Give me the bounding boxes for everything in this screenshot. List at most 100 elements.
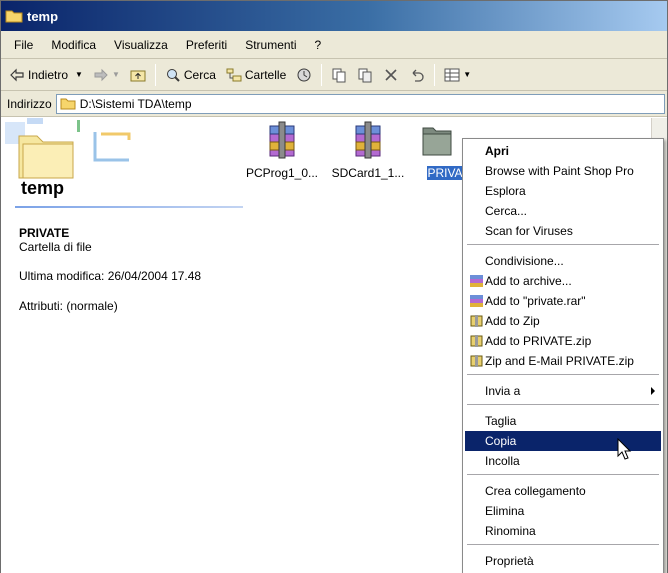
menu-item-label: Add to PRIVATE.zip bbox=[485, 334, 592, 348]
menu-separator bbox=[467, 404, 659, 405]
explorer-window: temp File Modifica Visualizza Preferiti … bbox=[0, 0, 668, 573]
search-icon bbox=[166, 68, 180, 82]
back-button[interactable]: Indietro ▼ bbox=[5, 63, 87, 87]
address-value: D:\Sistemi TDA\temp bbox=[79, 96, 192, 111]
mouse-cursor-icon bbox=[617, 438, 632, 460]
file-label: SDCard1_1... bbox=[331, 166, 405, 180]
menu-item-add-private-zip[interactable]: Add to PRIVATE.zip bbox=[465, 331, 661, 351]
up-folder-icon bbox=[130, 70, 146, 81]
menu-separator bbox=[467, 474, 659, 475]
menu-item-label: Zip and E-Mail PRIVATE.zip bbox=[485, 354, 634, 368]
forward-arrow-icon bbox=[94, 68, 108, 81]
menu-separator bbox=[467, 244, 659, 245]
selected-item-attributes: Attributi: (normale) bbox=[19, 299, 118, 313]
menu-bar: File Modifica Visualizza Preferiti Strum… bbox=[1, 31, 667, 59]
menu-item-label: Add to "private.rar" bbox=[485, 294, 586, 308]
history-button[interactable] bbox=[292, 63, 316, 87]
file-label: PCProg1_0... bbox=[245, 166, 319, 180]
menu-item-open[interactable]: Apri bbox=[465, 141, 661, 161]
winrar-archive-icon bbox=[355, 121, 381, 159]
menu-item-add-zip[interactable]: Add to Zip bbox=[465, 311, 661, 331]
menu-favorites[interactable]: Preferiti bbox=[177, 38, 236, 52]
menu-separator bbox=[467, 544, 659, 545]
views-button[interactable]: ▼ bbox=[440, 63, 475, 87]
address-label: Indirizzo bbox=[7, 96, 52, 111]
selected-item-modified: Ultima modifica: 26/04/2004 17.48 bbox=[19, 269, 202, 283]
menu-file[interactable]: File bbox=[5, 38, 42, 52]
menu-item-label: Add to archive... bbox=[485, 274, 572, 288]
menu-separator bbox=[467, 374, 659, 375]
menu-item-cut[interactable]: Taglia bbox=[465, 411, 661, 431]
folders-button[interactable]: Cartelle bbox=[222, 63, 290, 87]
menu-item-properties[interactable]: Proprietà bbox=[465, 551, 661, 571]
menu-item-browse-psp[interactable]: Browse with Paint Shop Pro bbox=[465, 161, 661, 181]
toolbar-separator bbox=[434, 63, 436, 86]
folders-tree-icon bbox=[226, 68, 242, 81]
search-button[interactable]: Cerca bbox=[161, 63, 220, 87]
winzip-icon bbox=[470, 335, 483, 347]
menu-item-explore[interactable]: Esplora bbox=[465, 181, 661, 201]
history-icon bbox=[297, 68, 311, 81]
menu-edit[interactable]: Modifica bbox=[42, 38, 105, 52]
menu-item-label: Add to Zip bbox=[485, 314, 540, 328]
winrar-icon bbox=[470, 295, 483, 307]
folder-banner: temp bbox=[5, 118, 243, 208]
chevron-down-icon[interactable]: ▼ bbox=[112, 70, 120, 79]
chevron-down-icon[interactable]: ▼ bbox=[463, 70, 471, 79]
toolbar: Indietro ▼ ▼ Cerca Cartelle ▼ bbox=[1, 59, 667, 91]
banner-divider bbox=[15, 206, 243, 208]
selected-item-name: PRIVATE bbox=[19, 226, 70, 240]
file-label: PRIVA bbox=[427, 166, 463, 180]
window-title: temp bbox=[27, 8, 59, 24]
menu-item-create-shortcut[interactable]: Crea collegamento bbox=[465, 481, 661, 501]
back-label: Indietro bbox=[28, 67, 69, 82]
folder-icon bbox=[5, 10, 23, 23]
menu-tools[interactable]: Strumenti bbox=[236, 38, 305, 52]
menu-item-add-archive[interactable]: Add to archive... bbox=[465, 271, 661, 291]
search-label: Cerca bbox=[183, 67, 216, 82]
folder-icon bbox=[422, 127, 452, 156]
address-input[interactable]: D:\Sistemi TDA\temp bbox=[55, 93, 665, 114]
details-pane: temp PRIVATE Cartella di file Ultima mod… bbox=[1, 118, 243, 573]
menu-item-delete[interactable]: Elimina bbox=[465, 501, 661, 521]
menu-item-share[interactable]: Condivisione... bbox=[465, 251, 661, 271]
menu-item-label: Invia a bbox=[485, 384, 521, 398]
menu-help[interactable]: ? bbox=[306, 38, 331, 52]
chevron-down-icon[interactable]: ▼ bbox=[75, 70, 83, 79]
folder-title: temp bbox=[21, 178, 65, 198]
folder-icon bbox=[60, 98, 76, 110]
delete-x-icon bbox=[385, 68, 397, 81]
toolbar-separator bbox=[154, 63, 156, 86]
file-item-sdcard[interactable]: SDCard1_1... bbox=[325, 118, 411, 188]
menu-item-add-rar[interactable]: Add to "private.rar" bbox=[465, 291, 661, 311]
views-grid-icon bbox=[444, 68, 460, 81]
menu-item-search[interactable]: Cerca... bbox=[465, 201, 661, 221]
winzip-icon bbox=[470, 315, 483, 327]
context-menu: Apri Browse with Paint Shop Pro Esplora … bbox=[462, 138, 664, 573]
menu-item-send-to[interactable]: Invia a bbox=[465, 381, 661, 401]
winrar-archive-icon bbox=[269, 121, 295, 159]
file-item-pcprog[interactable]: PCProg1_0... bbox=[239, 118, 325, 188]
copy-to-button[interactable] bbox=[353, 63, 377, 87]
up-folder-button[interactable] bbox=[126, 63, 150, 87]
move-to-button[interactable] bbox=[327, 63, 351, 87]
menu-item-rename[interactable]: Rinomina bbox=[465, 521, 661, 541]
toolbar-separator bbox=[321, 63, 323, 86]
delete-button[interactable] bbox=[379, 63, 403, 87]
winzip-icon bbox=[470, 355, 483, 367]
menu-item-scan-viruses[interactable]: Scan for Viruses bbox=[465, 221, 661, 241]
title-bar[interactable]: temp bbox=[1, 1, 667, 31]
file-item-private[interactable]: PRIVA bbox=[411, 118, 463, 188]
address-bar: Indirizzo D:\Sistemi TDA\temp bbox=[1, 91, 667, 117]
submenu-arrow-icon bbox=[651, 387, 655, 395]
menu-view[interactable]: Visualizza bbox=[105, 38, 177, 52]
undo-icon bbox=[412, 69, 424, 82]
menu-item-zip-email[interactable]: Zip and E-Mail PRIVATE.zip bbox=[465, 351, 661, 371]
move-to-icon bbox=[332, 68, 346, 82]
winrar-icon bbox=[470, 275, 483, 287]
selected-item-type: Cartella di file bbox=[19, 240, 92, 254]
undo-button[interactable] bbox=[405, 63, 429, 87]
copy-to-icon bbox=[358, 68, 372, 82]
forward-button[interactable]: ▼ bbox=[89, 63, 124, 87]
folders-label: Cartelle bbox=[244, 67, 287, 82]
